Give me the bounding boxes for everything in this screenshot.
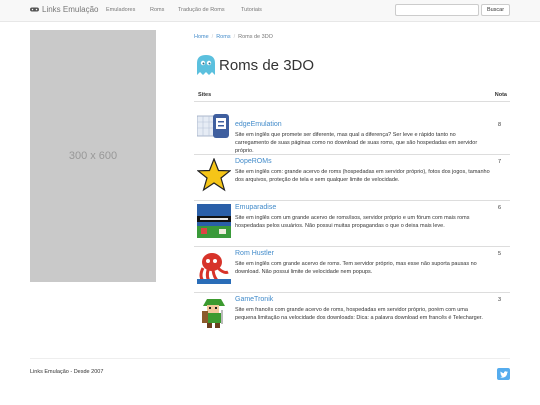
link-character-icon bbox=[202, 299, 225, 328]
site-link-romhustler[interactable]: Rom Hustler bbox=[235, 250, 274, 257]
breadcrumb: Home / Roms / Roms de 3DO bbox=[194, 34, 273, 40]
footer-divider bbox=[30, 358, 510, 359]
table-row: Emuparadise Site em inglês com um grande… bbox=[194, 201, 510, 247]
site-description: Site em inglês com grande acervo de roms… bbox=[235, 261, 477, 276]
ad-placeholder: 300 x 600 bbox=[30, 30, 156, 282]
nav-tutoriais[interactable]: Tutoriais bbox=[241, 7, 262, 13]
search-button[interactable]: Buscar bbox=[481, 4, 510, 16]
brand[interactable]: Links Emulação bbox=[30, 5, 98, 14]
table-row: DopeROMs Site em inglês com: grande acer… bbox=[194, 155, 510, 201]
breadcrumb-current: Roms de 3DO bbox=[238, 34, 273, 40]
site-link-gametronik[interactable]: GameTronik bbox=[235, 296, 273, 303]
site-score: 6 bbox=[497, 205, 501, 211]
twitter-icon bbox=[499, 370, 508, 378]
octopus-icon bbox=[197, 250, 231, 284]
ghost-icon bbox=[197, 55, 215, 75]
site-link-emuparadise[interactable]: Emuparadise bbox=[235, 204, 276, 211]
twitter-button[interactable] bbox=[497, 368, 510, 380]
site-link-doperoms[interactable]: DopeROMs bbox=[235, 158, 272, 165]
site-score: 8 bbox=[497, 122, 501, 128]
breadcrumb-roms[interactable]: Roms bbox=[216, 34, 230, 40]
site-score: 7 bbox=[497, 159, 501, 165]
nav-traducao[interactable]: Tradução de Roms bbox=[178, 7, 225, 13]
emuparadise-icon bbox=[197, 204, 231, 238]
search-input[interactable] bbox=[395, 4, 479, 16]
robot-icon bbox=[197, 114, 229, 138]
site-description: Site em inglês com: grande acervo de rom… bbox=[235, 169, 490, 184]
sites-table: Sites Nota edgeEmulation Site em inglês … bbox=[194, 88, 510, 343]
site-link-edgeemulation[interactable]: edgeEmulation bbox=[235, 121, 282, 128]
table-row: GameTronik Site em francês com grande ac… bbox=[194, 293, 510, 343]
table-header: Sites Nota bbox=[194, 88, 510, 102]
breadcrumb-home[interactable]: Home bbox=[194, 34, 209, 40]
nav-roms[interactable]: Roms bbox=[150, 7, 164, 13]
footer-text: Links Emulação - Desde 2007 bbox=[30, 369, 104, 375]
site-description: Site em inglês com um grande acervo de r… bbox=[235, 215, 470, 230]
ad-label: 300 x 600 bbox=[68, 150, 118, 162]
site-description: Site em francês com grande acervo de rom… bbox=[235, 307, 483, 322]
navbar: Links Emulação Emuladores Roms Tradução … bbox=[0, 0, 540, 22]
site-score: 5 bbox=[497, 251, 501, 257]
site-score: 3 bbox=[497, 297, 501, 303]
page-header: Roms de 3DO bbox=[195, 54, 314, 76]
site-description: Site em inglês que promete ser diferente… bbox=[235, 132, 478, 155]
star-icon bbox=[197, 158, 231, 192]
header-sites: Sites bbox=[198, 92, 212, 98]
table-row: Rom Hustler Site em inglês com grande ac… bbox=[194, 247, 510, 293]
gamepad-icon bbox=[30, 7, 39, 12]
table-row: edgeEmulation Site em inglês que promete… bbox=[194, 102, 510, 155]
header-score: Nota bbox=[494, 92, 507, 98]
nav-emuladores[interactable]: Emuladores bbox=[106, 7, 135, 13]
page-title: Roms de 3DO bbox=[219, 56, 315, 74]
brand-label: Links Emulação bbox=[42, 5, 99, 14]
